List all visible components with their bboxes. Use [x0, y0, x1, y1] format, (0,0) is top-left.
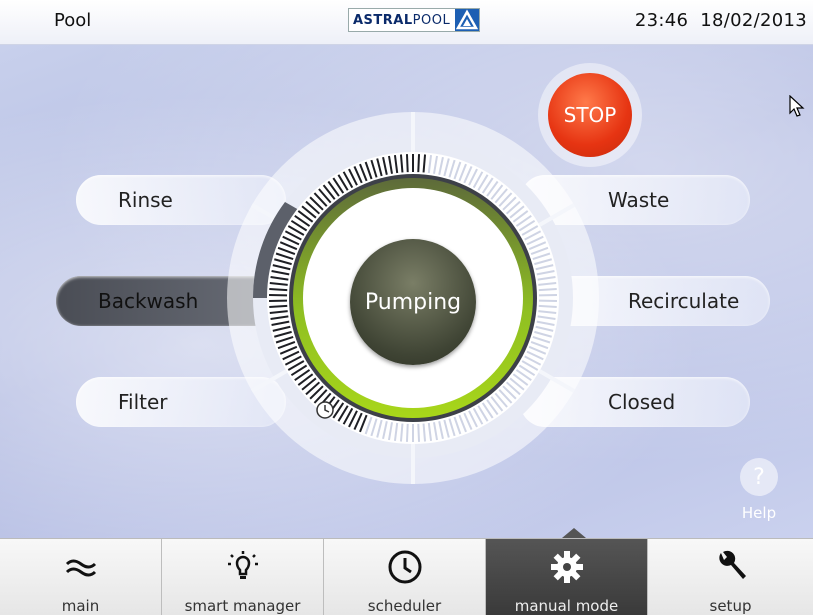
logo-triangle-icon: [455, 9, 479, 31]
pumping-label: Pumping: [365, 290, 461, 315]
location-label: Pool: [54, 10, 91, 31]
nav-label: manual mode: [486, 597, 647, 615]
dial-tick: [269, 306, 287, 307]
brand-bold: ASTRAL: [349, 13, 413, 28]
brand-light: POOL: [413, 13, 451, 28]
manual-mode-panel: Rinse Backwash Filter Waste Recirculate …: [0, 45, 813, 538]
dial-tick: [269, 289, 287, 290]
valve-label: Closed: [608, 390, 675, 414]
gear-icon: [486, 549, 647, 585]
lightbulb-icon: [162, 549, 323, 585]
waves-icon: [0, 549, 161, 585]
dial-tick: [407, 424, 408, 442]
dial-tick: [418, 154, 419, 172]
clock: 23:46 18/02/2013: [635, 10, 807, 31]
valve-label: Waste: [608, 188, 669, 212]
nav-setup[interactable]: setup: [648, 539, 813, 615]
dial-tick: [539, 289, 557, 290]
valve-label: Backwash: [98, 289, 198, 313]
valve-label: Filter: [118, 390, 168, 414]
bottom-navigation: main smart manager scheduler manual mode…: [0, 538, 813, 615]
dial-tick: [418, 424, 419, 442]
astralpool-logo: ASTRAL POOL: [348, 8, 480, 32]
dial-tick: [407, 154, 408, 172]
nav-smart-manager[interactable]: smart manager: [162, 539, 324, 615]
stop-label: STOP: [564, 103, 617, 127]
nav-label: setup: [648, 597, 813, 615]
dial-tick: [539, 306, 557, 307]
nav-label: smart manager: [162, 597, 323, 615]
nav-manual-mode[interactable]: manual mode: [486, 539, 648, 615]
stop-button[interactable]: STOP: [548, 73, 632, 157]
help-label: Help: [734, 504, 784, 522]
nav-main[interactable]: main: [0, 539, 162, 615]
nav-label: scheduler: [324, 597, 485, 615]
nav-scheduler[interactable]: scheduler: [324, 539, 486, 615]
wrench-icon: [648, 549, 813, 585]
date-display: 18/02/2013: [700, 10, 807, 31]
clock-icon: [324, 549, 485, 585]
help-button[interactable]: ? Help: [734, 458, 784, 522]
active-tab-pointer: [562, 528, 586, 538]
pumping-status-button[interactable]: Pumping: [350, 239, 476, 365]
timer-clock-icon: [317, 402, 333, 418]
valve-label: Recirculate: [628, 289, 739, 313]
time-display: 23:46: [635, 10, 688, 31]
nav-label: main: [0, 597, 161, 615]
status-bar: Pool ASTRAL POOL 23:46 18/02/2013: [0, 0, 813, 45]
stop-button-halo: STOP: [538, 63, 642, 167]
mouse-cursor-icon: [789, 95, 805, 119]
help-icon: ?: [740, 458, 778, 496]
valve-label: Rinse: [118, 188, 173, 212]
